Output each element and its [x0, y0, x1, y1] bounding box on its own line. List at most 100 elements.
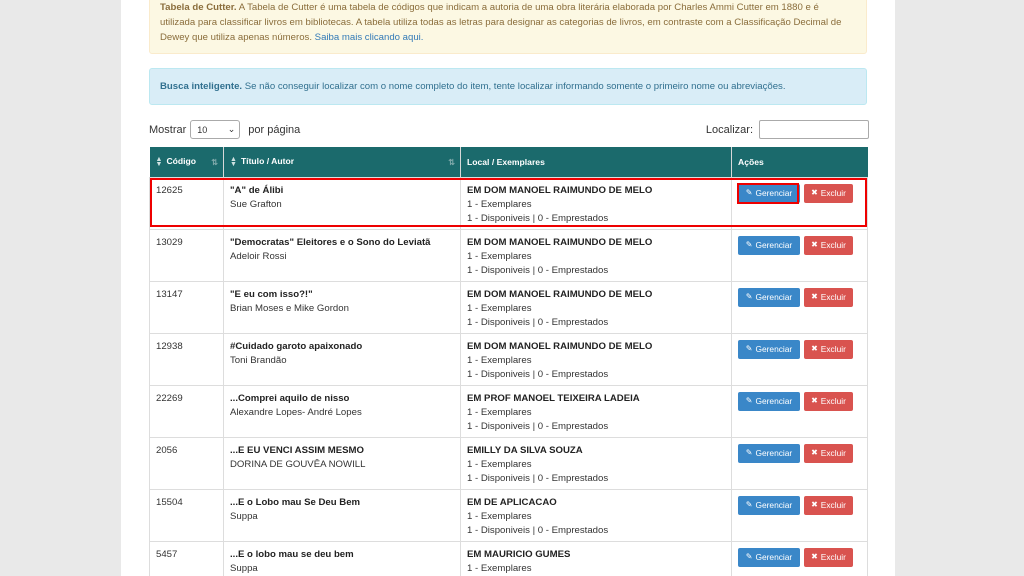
edit-icon: ✎: [745, 188, 753, 197]
book-author: Suppa: [230, 510, 258, 522]
cell-actions: ✎ Gerenciar ✖ Excluir: [731, 228, 868, 282]
cell-actions: ✎ Gerenciar ✖ Excluir: [731, 488, 868, 542]
book-location: EM DOM MANOEL RAIMUNDO DE MELO: [467, 184, 653, 196]
delete-label: Excluir: [820, 552, 846, 562]
book-location: EM DOM MANOEL RAIMUNDO DE MELO: [467, 340, 653, 352]
learn-more-link[interactable]: Saiba mais clicando aqui.: [315, 32, 424, 43]
cell-title-author: "Democratas" Eleitores e o Sono do Levia…: [223, 228, 461, 282]
header-acoes-label: Ações: [738, 156, 764, 167]
manage-label: Gerenciar: [755, 448, 793, 458]
book-code: 2056: [156, 444, 178, 456]
table-row: 13147 "E eu com isso?!" Brian Moses e Mike…: [149, 280, 868, 334]
books-table: ▲ ▼ Código ⇅ ▲ ▼ Título / Autor ⇅ Local / Ex…: [149, 147, 868, 576]
book-title: "E eu com isso?!": [230, 288, 313, 300]
manage-button[interactable]: ✎ Gerenciar: [738, 547, 800, 567]
edit-icon: ✎: [745, 292, 753, 301]
close-icon: ✖: [811, 188, 818, 197]
cell-title-author: ...E o Lobo mau Se Deu Bem Suppa: [223, 488, 461, 542]
cell-actions: ✎ Gerenciar ✖ Excluir: [731, 280, 868, 334]
smart-search-alert: Busca inteligente. Se não conseguir loca…: [149, 68, 867, 105]
header-local-label: Local / Exemplares: [467, 156, 545, 167]
cell-code: 12625: [149, 176, 224, 230]
cutter-alert-title: Tabela de Cutter.: [160, 2, 237, 13]
book-author: Sue Grafton: [230, 198, 282, 210]
close-icon: ✖: [811, 344, 818, 353]
book-code: 13147: [156, 288, 183, 300]
sort-icon: ⇅: [448, 158, 455, 167]
book-author: DORINA DE GOUVÊA NOWILL: [230, 458, 366, 470]
cell-code: 15504: [149, 488, 224, 542]
book-title: ...E o Lobo mau Se Deu Bem: [230, 496, 361, 508]
book-availability: 1 - Disponiveis | 0 - Emprestados: [467, 212, 609, 224]
book-code: 12625: [156, 184, 183, 196]
delete-button[interactable]: ✖ Excluir: [804, 183, 853, 203]
edit-icon: ✎: [745, 344, 753, 353]
manage-label: Gerenciar: [755, 552, 793, 562]
page-size-select[interactable]: 10 ⌄: [190, 120, 241, 139]
close-icon: ✖: [811, 396, 818, 405]
table-row: 12938 #Cuidado garoto apaixonado Toni Bran…: [149, 332, 868, 386]
book-copies: 1 - Exemplares: [467, 458, 532, 470]
manage-label: Gerenciar: [755, 500, 793, 510]
book-availability: 1 - Disponiveis | 0 - Emprestados: [467, 368, 609, 380]
delete-button[interactable]: ✖ Excluir: [804, 547, 853, 567]
close-icon: ✖: [811, 448, 818, 457]
manage-button[interactable]: ✎ Gerenciar: [738, 495, 800, 515]
book-code: 13029: [156, 236, 183, 248]
delete-label: Excluir: [820, 344, 846, 354]
table-row: 22269 ...Comprei aquilo de nisso Alexandre…: [149, 384, 868, 438]
page-size-control: Mostrar 10 ⌄ por página: [149, 119, 300, 140]
delete-button[interactable]: ✖ Excluir: [804, 443, 853, 463]
close-icon: ✖: [811, 500, 818, 509]
manage-button[interactable]: ✎ Gerenciar: [738, 235, 800, 255]
book-title: ...E EU VENCI ASSIM MESMO: [230, 444, 364, 456]
book-location: EM PROF MANOEL TEIXEIRA LADEIA: [467, 392, 640, 404]
book-copies: 1 - Exemplares: [467, 562, 532, 574]
delete-button[interactable]: ✖ Excluir: [804, 339, 853, 359]
chevron-down-icon: ⌄: [227, 124, 236, 134]
manage-label: Gerenciar: [755, 344, 793, 354]
manage-button[interactable]: ✎ Gerenciar: [738, 183, 800, 203]
book-location: EM MAURICIO GUMES: [467, 548, 571, 560]
manage-button[interactable]: ✎ Gerenciar: [738, 391, 800, 411]
delete-button[interactable]: ✖ Excluir: [804, 235, 853, 255]
delete-button[interactable]: ✖ Excluir: [804, 287, 853, 307]
search-input[interactable]: [759, 120, 869, 139]
book-location: EM DE APLICACAO: [467, 496, 557, 508]
search-label: Localizar:: [705, 123, 753, 136]
header-acoes: Ações: [731, 147, 868, 177]
table-row: 13029 "Democratas" Eleitores e o Sono do …: [149, 228, 868, 282]
book-title: ...E o lobo mau se deu bem: [230, 548, 354, 560]
table-row: 15504 ...E o Lobo mau Se Deu Bem Suppa EM D…: [149, 488, 868, 542]
delete-button[interactable]: ✖ Excluir: [804, 495, 853, 515]
cell-local: EM MAURICIO GUMES1 - Exemplares1 - Dispo…: [460, 540, 732, 576]
cell-local: EM DE APLICACAO 1 - Exemplares 1 - Disponi…: [460, 488, 732, 542]
cutter-alert-text: A Tabela de Cutter é uma tabela de códig…: [160, 2, 842, 43]
table-header-row: ▲ ▼ Código ⇅ ▲ ▼ Título / Autor ⇅ Local / Ex…: [149, 147, 868, 177]
cell-actions: ✎ Gerenciar ✖ Excluir: [731, 384, 868, 438]
busca-alert-title: Busca inteligente.: [160, 81, 243, 92]
close-icon: ✖: [811, 240, 818, 249]
header-titulo[interactable]: ▲ ▼ Título / Autor ⇅: [223, 147, 461, 177]
book-author: Brian Moses e Mike Gordon: [230, 302, 349, 314]
sort-icon: ▲ ▼: [230, 156, 237, 169]
delete-label: Excluir: [820, 396, 846, 406]
book-copies: 1 - Exemplares: [467, 250, 532, 262]
manage-button[interactable]: ✎ Gerenciar: [738, 339, 800, 359]
header-codigo[interactable]: ▲ ▼ Código ⇅: [149, 147, 224, 177]
manage-button[interactable]: ✎ Gerenciar: [738, 287, 800, 307]
manage-label: Gerenciar: [755, 396, 793, 406]
book-location: EMILLY DA SILVA SOUZA: [467, 444, 583, 456]
manage-button[interactable]: ✎ Gerenciar: [738, 443, 800, 463]
delete-label: Excluir: [820, 500, 846, 510]
delete-button[interactable]: ✖ Excluir: [804, 391, 853, 411]
cell-title-author: "E eu com isso?!" Brian Moses e Mike Gord…: [223, 280, 461, 334]
header-titulo-label: Título / Autor: [240, 156, 295, 167]
busca-alert-text: Se não conseguir localizar com o nome co…: [242, 81, 786, 92]
cell-local: EM DOM MANOEL RAIMUNDO DE MELO 1 - Exempl…: [460, 228, 732, 282]
book-author: Adeloir Rossi: [230, 250, 287, 262]
main-panel: Tabela de Cutter. A Tabela de Cutter é u…: [121, 0, 895, 576]
book-copies: 1 - Exemplares: [467, 198, 532, 210]
book-code: 15504: [156, 496, 183, 508]
cell-title-author: ...E o lobo mau se deu bem Suppa: [223, 540, 461, 576]
